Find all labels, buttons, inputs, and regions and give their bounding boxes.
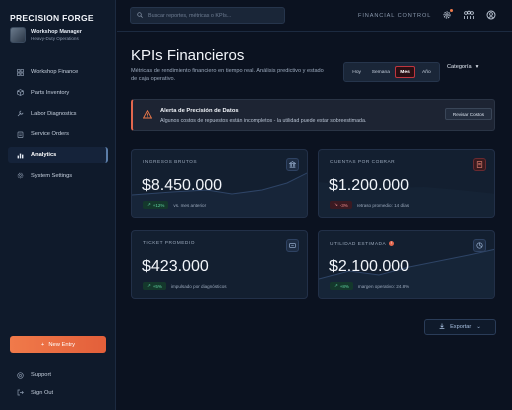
kpi-note: impulsado por diagnósticos — [170, 283, 227, 289]
sidebar-nav: Workshop Finance Parts Inventory Labor D… — [8, 64, 108, 189]
period-ano-button[interactable]: Año — [417, 66, 436, 78]
export-button[interactable]: Exportar ⌄ — [424, 319, 496, 335]
kpi-card-cuentas-cobrar[interactable]: CUENTAS POR COBRAR $1.200.000 ↘ -3% retra… — [318, 149, 495, 218]
user-profile[interactable]: Workshop Manager Heavy-Duty Operations — [10, 27, 82, 43]
sidebar-footer: Support Sign Out — [8, 367, 108, 403]
plus-icon: + — [40, 341, 45, 348]
alert-title: Alerta de Precisión de Datos — [160, 108, 239, 114]
trend-badge: ↗ +12% — [143, 201, 169, 209]
category-dropdown[interactable]: Categoría ▾ — [447, 64, 478, 70]
topbar: Buscar reportes, métricas o KPIs... FINA… — [117, 0, 512, 32]
sidebar-item-label: Sign Out — [31, 389, 54, 396]
kpi-note: retraso promedio: 14 días — [356, 202, 410, 208]
sidebar-item-parts-inventory[interactable]: Parts Inventory — [8, 85, 108, 101]
trend-badge: ↘ -3% — [330, 201, 352, 209]
notifications-button[interactable] — [442, 9, 453, 20]
kpi-label: UTILIDAD ESTIMADA! — [330, 241, 395, 247]
trend-down-icon: ↘ — [334, 202, 338, 207]
logout-icon — [17, 389, 24, 396]
chevron-down-icon: ▾ — [475, 64, 479, 70]
warning-icon — [142, 109, 153, 121]
brand-logo: PRECISION FORGE — [10, 13, 94, 23]
search-input[interactable]: Buscar reportes, métricas o KPIs... — [130, 7, 285, 24]
kpi-note: margen operativo: 24.8% — [357, 283, 410, 289]
period-semana-button[interactable]: Semana — [368, 66, 393, 78]
trend-up-icon: ↗ — [147, 283, 151, 288]
kpi-value: $423.000 — [142, 258, 209, 275]
document-icon — [473, 158, 486, 171]
grid-icon — [17, 68, 24, 76]
sidebar-item-label: Service Orders — [31, 131, 69, 138]
trend-up-icon: ↗ — [334, 283, 338, 288]
trend-badge: ↗ +5% — [143, 282, 166, 290]
avatar — [10, 27, 26, 43]
box-icon — [17, 89, 24, 97]
kpi-card-ticket-promedio[interactable]: TICKET PROMEDIO $423.000 ↗ +5% impulsado … — [131, 230, 308, 299]
team-icon — [464, 10, 474, 19]
notification-dot — [450, 9, 453, 12]
sidebar-item-labor-diagnostics[interactable]: Labor Diagnostics — [8, 106, 108, 122]
user-circle-icon — [486, 10, 496, 20]
sidebar-item-sign-out[interactable]: Sign Out — [8, 385, 108, 401]
kpi-footer: ↗ +12% vs. mes anterior — [143, 201, 206, 209]
review-costs-button[interactable]: Revisar Costos — [445, 108, 492, 120]
kpi-note: vs. mes anterior — [173, 202, 207, 208]
kpi-footer: ↗ +8% margen operativo: 24.8% — [330, 282, 409, 290]
kpi-label: TICKET PROMEDIO — [143, 241, 195, 246]
section-label: FINANCIAL CONTROL — [358, 13, 432, 19]
new-entry-button[interactable]: + New Entry — [10, 336, 106, 353]
download-icon — [439, 323, 445, 331]
sidebar: PRECISION FORGE Workshop Manager Heavy-D… — [0, 0, 116, 410]
sidebar-item-support[interactable]: Support — [8, 367, 108, 383]
account-button[interactable] — [486, 10, 496, 20]
kpi-value: $2.100.000 — [329, 258, 410, 275]
kpi-card-ingresos[interactable]: INGRESOS BRUTOS $8.450.000 ↗ +12% vs. mes… — [131, 149, 308, 218]
kpi-value: $1.200.000 — [329, 177, 410, 194]
gear-icon — [17, 172, 24, 179]
clipboard-icon — [17, 131, 24, 138]
help-icon — [17, 371, 24, 379]
kpi-card-utilidad[interactable]: UTILIDAD ESTIMADA! $2.100.000 ↗ +8% marge… — [318, 230, 495, 299]
bar-chart-icon — [17, 152, 24, 159]
kpi-label: CUENTAS POR COBRAR — [330, 160, 396, 165]
page-title: KPIs Financieros — [131, 47, 245, 64]
alert-message: Algunos costos de repuestos están incomp… — [160, 118, 367, 124]
trend-badge: ↗ +8% — [330, 282, 353, 290]
user-role: Heavy-Duty Operations — [31, 36, 79, 41]
sidebar-item-service-orders[interactable]: Service Orders — [8, 126, 108, 142]
team-button[interactable] — [463, 10, 474, 20]
trend-up-icon: ↗ — [147, 202, 151, 207]
pie-icon — [473, 239, 486, 252]
period-selector: Hoy Semana Mes Año — [343, 62, 440, 82]
wrench-icon — [17, 110, 24, 117]
kpi-label: INGRESOS BRUTOS — [143, 160, 198, 165]
data-accuracy-alert: Alerta de Precisión de Datos Algunos cos… — [131, 99, 495, 131]
sidebar-item-analytics[interactable]: Analytics — [8, 147, 108, 164]
chevron-down-icon: ⌄ — [476, 324, 481, 330]
ticket-icon — [286, 239, 299, 252]
search-icon — [137, 11, 143, 20]
kpi-footer: ↘ -3% retraso promedio: 14 días — [330, 201, 409, 209]
bank-icon — [286, 158, 299, 171]
sidebar-item-label: Workshop Finance — [31, 69, 79, 75]
sidebar-item-label: System Settings — [31, 172, 73, 179]
period-mes-button[interactable]: Mes — [395, 66, 415, 78]
sidebar-item-label: Support — [31, 372, 51, 378]
page-subtitle: Métricas de rendimiento financiero en ti… — [131, 68, 324, 83]
sidebar-item-system-settings[interactable]: System Settings — [8, 168, 108, 184]
sidebar-item-workshop-finance[interactable]: Workshop Finance — [8, 64, 108, 80]
period-hoy-button[interactable]: Hoy — [347, 66, 366, 78]
user-name: Workshop Manager — [31, 29, 82, 35]
kpi-value: $8.450.000 — [142, 177, 223, 194]
search-placeholder: Buscar reportes, métricas o KPIs... — [148, 12, 232, 19]
sidebar-item-label: Parts Inventory — [31, 89, 70, 96]
info-icon[interactable]: ! — [389, 241, 395, 246]
kpi-footer: ↗ +5% impulsado por diagnósticos — [143, 282, 227, 290]
sidebar-item-label: Analytics — [31, 152, 57, 159]
sidebar-item-label: Labor Diagnostics — [31, 110, 77, 117]
